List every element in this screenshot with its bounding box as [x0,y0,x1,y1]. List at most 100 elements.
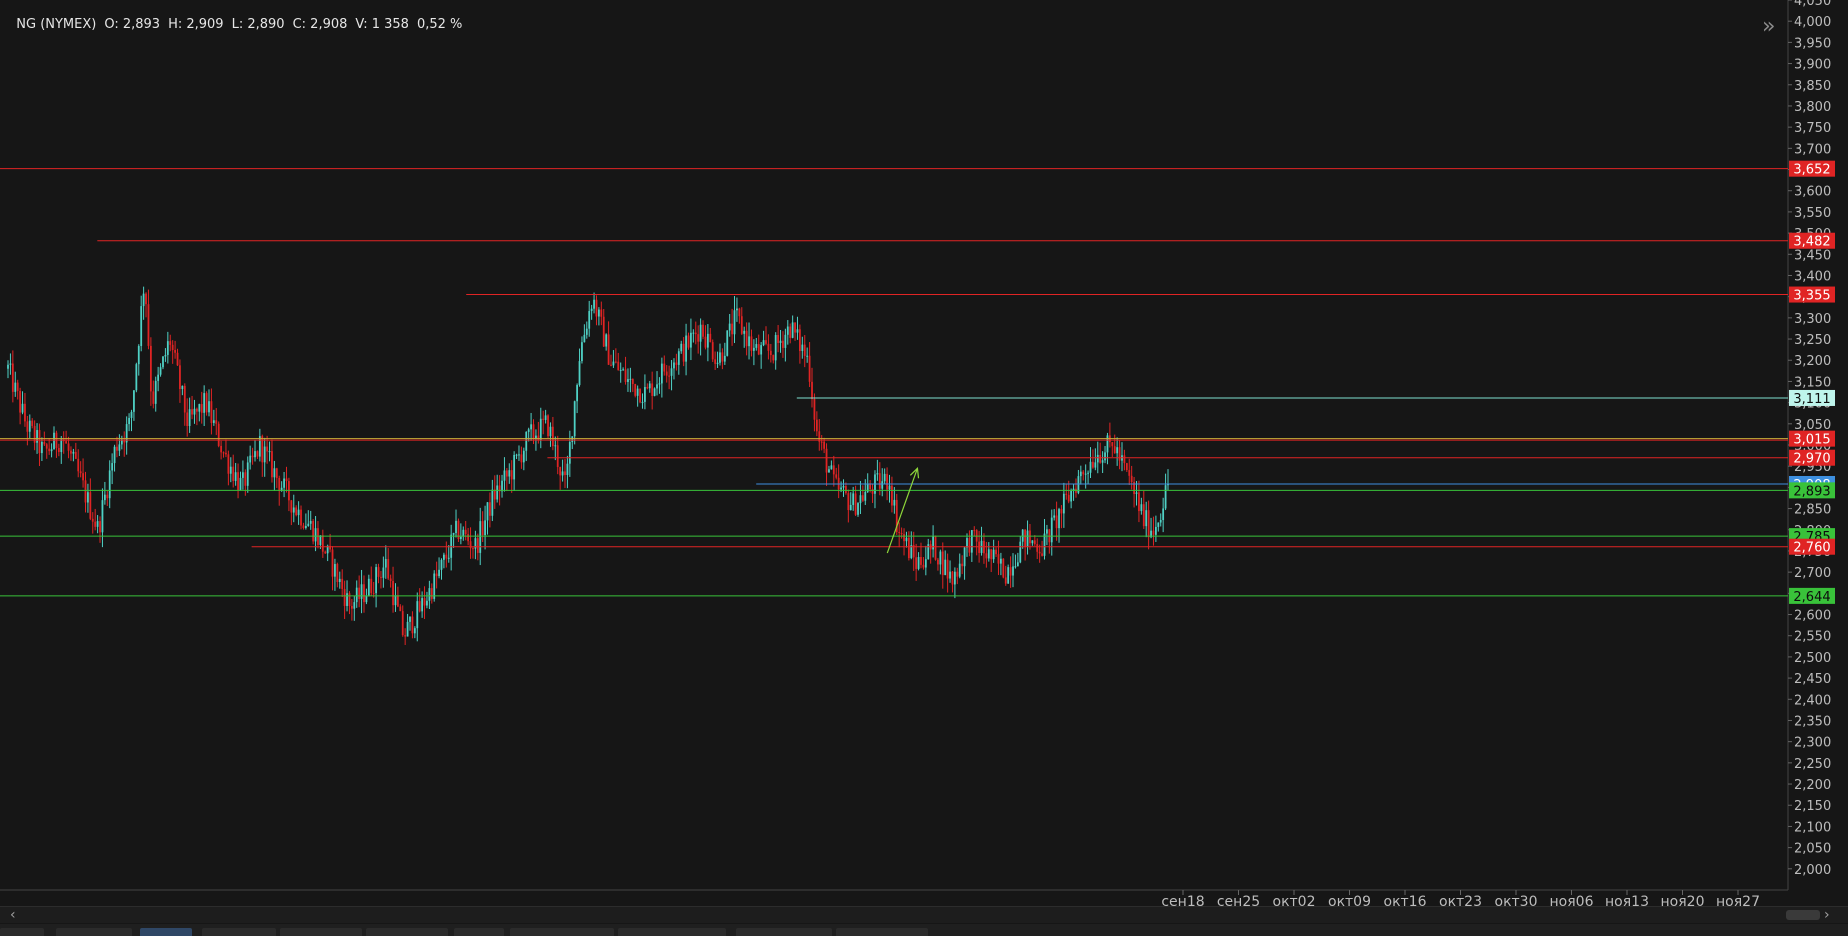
level-label: 3,482 [1793,235,1830,250]
candle-body [970,530,973,553]
candle-body [932,536,934,550]
level-label: 2,970 [1793,452,1830,467]
level-label: 2,760 [1793,541,1830,556]
candle-body [418,601,421,612]
candle-body [520,454,523,463]
candle-body [1070,490,1073,502]
scroll-thumb[interactable] [1786,910,1820,920]
candle-body [951,571,954,585]
candle-body [738,308,741,317]
candle-body [968,538,971,553]
horizontal-scrollbar[interactable]: ‹ › [0,906,1848,923]
candle-body [736,308,738,311]
candle-body [937,559,939,565]
candle-body [87,492,89,503]
candle-body [944,559,947,576]
bottom-tab[interactable] [0,928,44,936]
bottom-tab[interactable] [836,928,928,936]
bottom-tab[interactable] [202,928,276,936]
candle-body [113,446,116,464]
candle-body [154,380,157,404]
candle-body [1079,471,1082,477]
candle-body [677,351,680,365]
candle-body [106,494,109,499]
candle-body [1118,447,1121,461]
candle-body [416,601,419,629]
bottom-tab[interactable] [736,928,832,936]
candle-body [607,334,610,365]
bottom-tab[interactable] [280,928,362,936]
candle-body [1111,442,1114,447]
chevron-right-icon[interactable]: › [1824,907,1830,923]
y-tick-label: 2,450 [1794,672,1831,687]
candle-body [576,385,579,402]
candle-body [658,383,661,385]
candle-body [200,404,203,413]
candle-body [489,502,491,516]
candle-body [668,375,671,377]
candle-body [891,485,893,506]
candle-body [656,384,658,389]
price-chart[interactable]: 4,050 4,000 3,950 3,900 3,850 3,800 3,750 3,700… [0,0,1848,936]
bottom-tab[interactable] [366,928,448,936]
candle-body [798,329,801,352]
candle-body [961,563,964,567]
candle-body [1007,567,1010,584]
candle-body [309,520,312,524]
candle-body [1031,540,1034,544]
bottom-tab[interactable] [140,928,192,936]
candle-body [757,344,760,355]
y-tick-label: 2,150 [1794,799,1831,814]
y-tick-label: 3,250 [1794,333,1831,348]
candle-body [1128,470,1131,476]
candle-body [275,468,278,479]
y-tick-label: 3,450 [1794,248,1831,263]
candle-body [549,426,552,437]
candle-body [1036,544,1039,552]
candle-body [614,361,617,363]
double-chevron-right-icon[interactable]: » [1762,16,1775,38]
bottom-tab[interactable] [56,928,132,936]
candle-body [634,384,637,396]
candle-body [19,390,22,413]
candle-body [67,443,70,451]
candle-body [898,532,901,534]
candle-body [232,466,235,481]
candle-body [782,340,784,348]
candle-body [644,387,646,402]
candle-body [861,495,864,501]
candle-body [1123,455,1126,464]
bottom-tab[interactable] [510,928,614,936]
candle-body [1145,510,1148,527]
candle-body [101,500,104,533]
candle-body [803,344,806,356]
candle-body [883,473,886,482]
candle-body [336,564,339,583]
symbol-label: NG (NYMEX) [16,17,97,32]
candle-body [1016,562,1019,567]
candle-body [459,536,462,540]
candle-body [79,471,82,474]
bottom-tab[interactable] [618,928,726,936]
plot-area[interactable] [0,0,1788,892]
candle-body [1087,472,1089,474]
candle-body [544,415,547,420]
candle-body [740,316,743,334]
candle-body [966,538,968,548]
chevron-left-icon[interactable]: ‹ [10,907,16,923]
bottom-tab[interactable] [454,928,504,936]
candle-body [65,441,68,444]
candle-body [745,330,748,347]
candle-body [438,569,440,577]
candle-body [166,341,169,355]
y-tick-label: 3,750 [1794,121,1831,136]
candle-body [217,423,220,446]
candle-body [530,424,532,430]
candle-body [103,494,106,501]
candle-body [11,363,14,392]
candle-body [765,340,767,344]
candle-body [45,444,48,449]
candle-body [878,473,881,489]
y-tick-label: 2,600 [1794,609,1831,624]
candle-body [140,306,143,347]
